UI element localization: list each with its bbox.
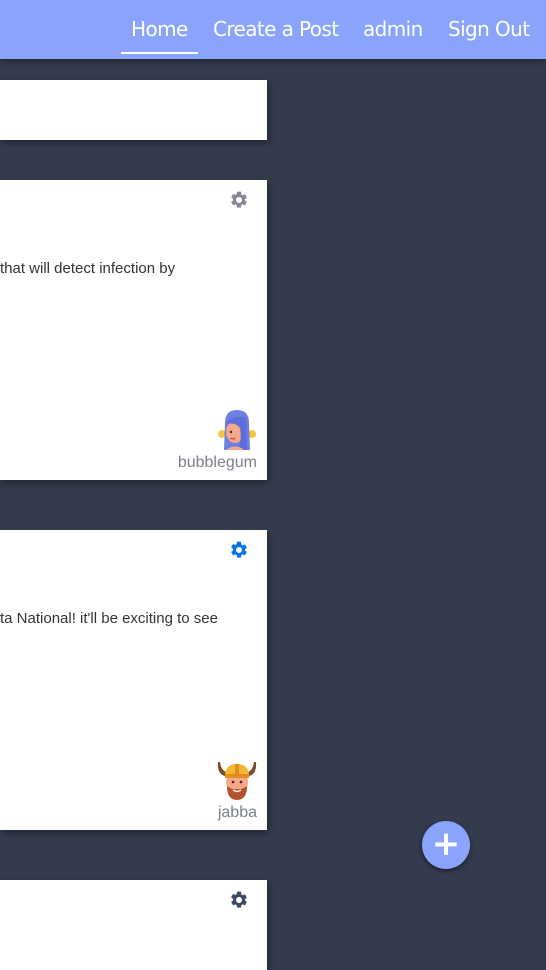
gear-icon[interactable]: [229, 890, 249, 910]
post-body-text: ta National! it'll be exciting to see: [0, 610, 218, 627]
top-navbar: Home Create a Post admin Sign Out: [0, 0, 546, 59]
nav-create-post-link[interactable]: Create a Post: [213, 15, 339, 43]
nav-sign-out-link[interactable]: Sign Out: [448, 15, 530, 43]
post-card: ta National! it'll be exciting to see ja…: [0, 530, 267, 830]
gear-icon[interactable]: [229, 540, 249, 560]
post-body-text: that will detect infection by: [0, 260, 176, 277]
post-card: that will detect infection by bubblegum: [0, 180, 267, 480]
nav-home-link[interactable]: Home: [121, 15, 198, 54]
woman-avatar-icon: [216, 410, 258, 452]
gear-icon[interactable]: [229, 190, 249, 210]
viking-avatar-icon: [216, 760, 258, 802]
add-post-button[interactable]: +: [422, 821, 470, 869]
plus-icon: +: [431, 824, 461, 864]
post-card: [0, 80, 267, 140]
post-card: [0, 880, 267, 970]
post-author-name: jabba: [217, 804, 257, 821]
nav-user-link[interactable]: admin: [363, 15, 423, 43]
post-author-name: bubblegum: [177, 454, 257, 471]
